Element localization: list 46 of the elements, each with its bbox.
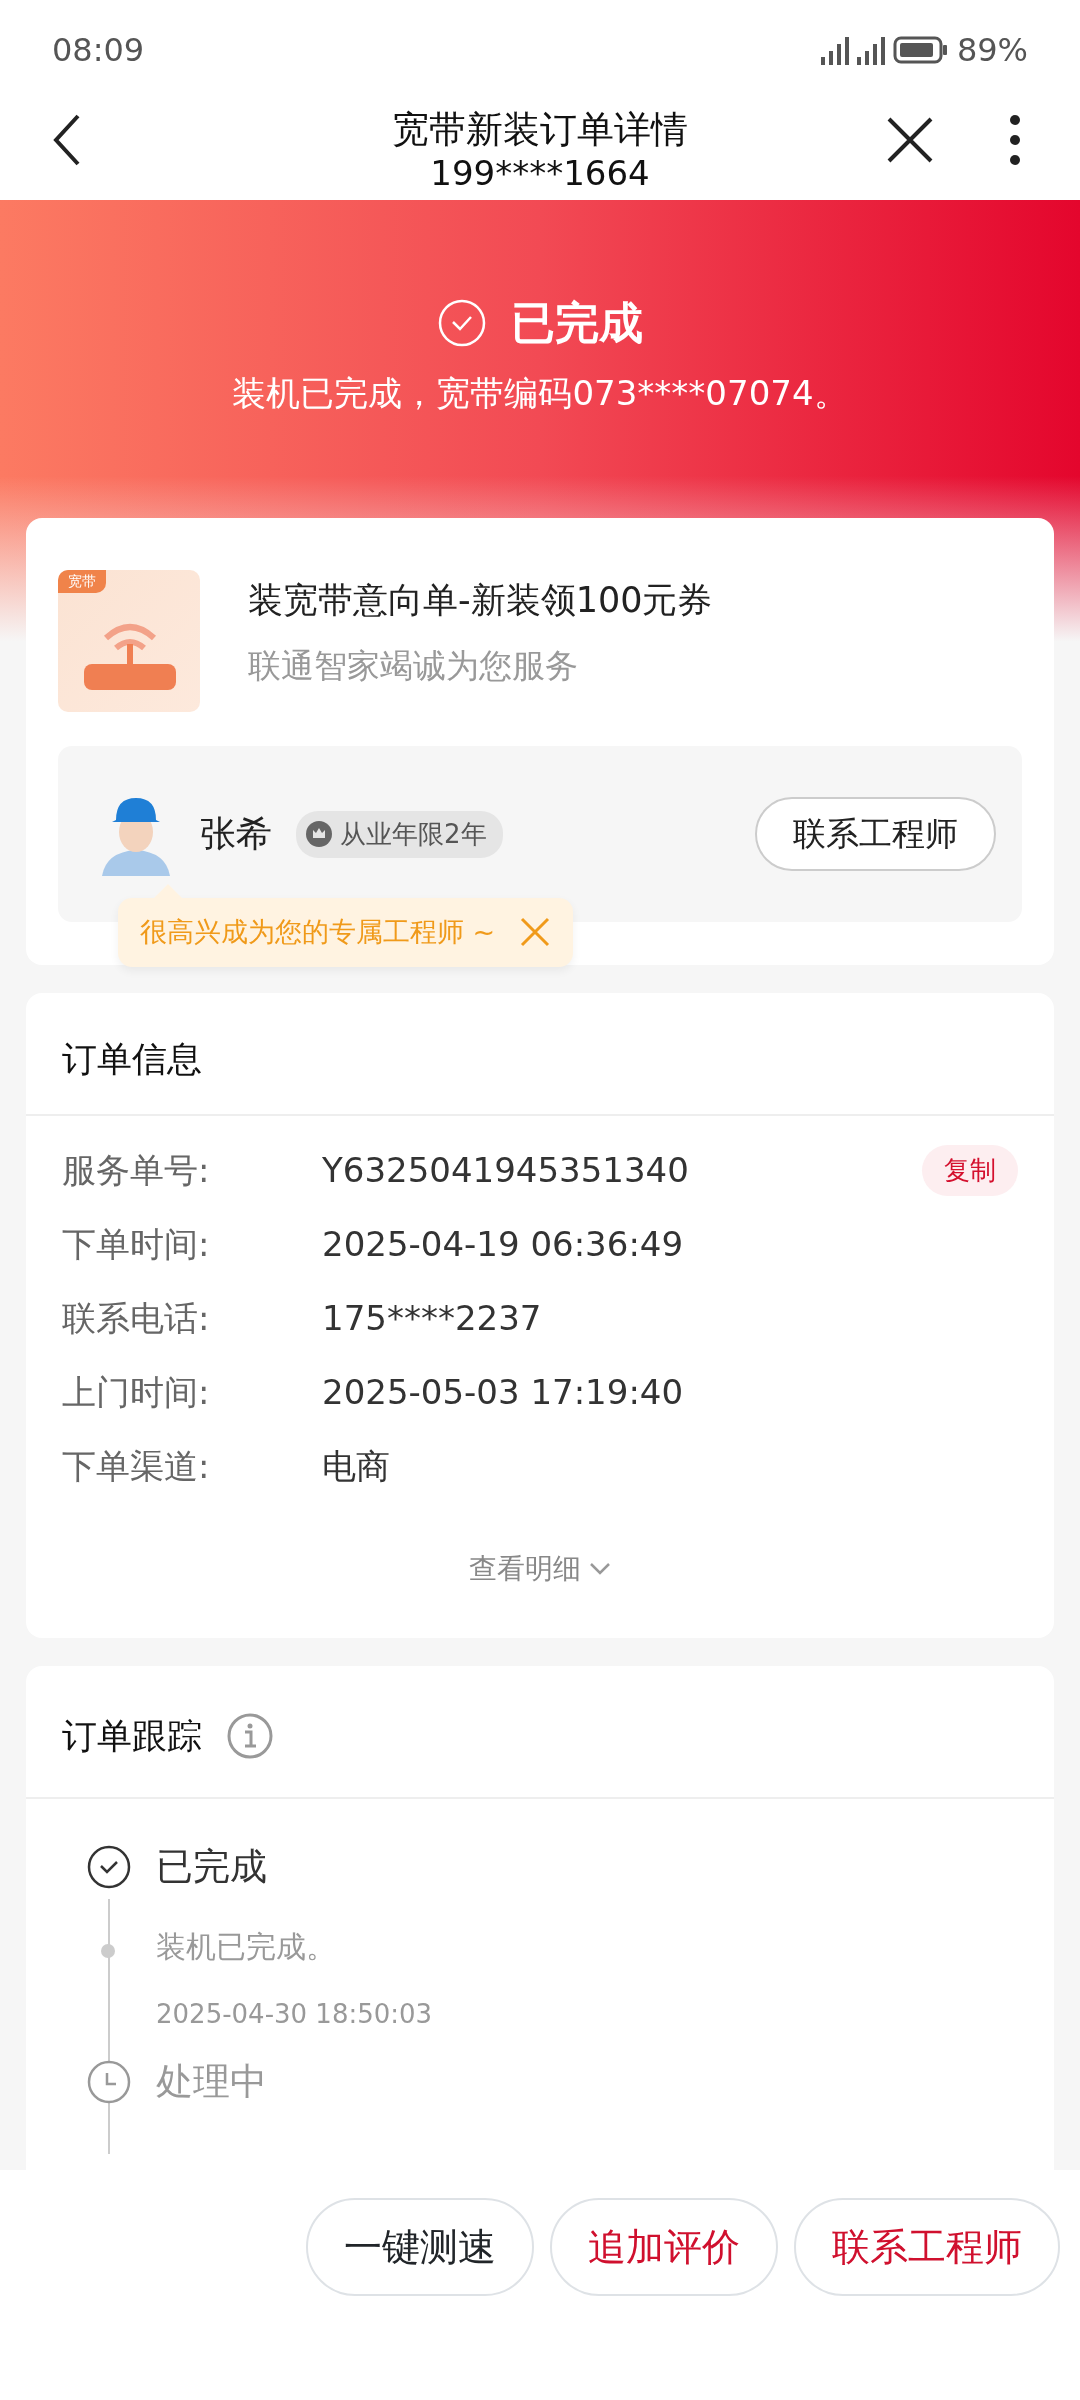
action-button[interactable]: 联系工程师 (794, 2198, 1060, 2296)
experience-tag: 从业年限2年 (296, 810, 503, 858)
view-details-link[interactable]: 查看明细 (469, 1547, 611, 1590)
signal-icon (856, 35, 885, 65)
field-label: 下单时间: (62, 1223, 211, 1266)
phone-number: 199****1664 (429, 153, 651, 193)
copy-button[interactable]: 复制 (922, 1145, 1018, 1196)
field-label: 服务单号: (62, 1149, 211, 1192)
event-time: 2025-04-30 18:50:03 (156, 1998, 434, 2031)
field-label: 上门时间: (62, 1371, 211, 1414)
clock-time: 08:09 (52, 30, 145, 71)
step-title: 处理中 (156, 2059, 268, 2105)
field-label: 下单渠道: (62, 1445, 211, 1488)
action-button[interactable]: 追加评价 (550, 2198, 778, 2296)
order-status: 已完成 (511, 296, 643, 350)
signal-icon (820, 35, 849, 65)
status-message: 装机已完成，宽带编码073****07074。 (231, 372, 849, 415)
page-title: 宽带新装订单详情 (392, 107, 688, 153)
back-icon[interactable] (52, 112, 82, 168)
engineer-name: 张希 (200, 812, 272, 856)
info-icon[interactable] (226, 1712, 274, 1761)
section-title: 订单跟踪 (62, 1715, 202, 1758)
tooltip-text: 很高兴成为您的专属工程师 ~ (140, 915, 496, 949)
product-title: 装宽带意向单-新装领100元券 (248, 579, 713, 622)
section-title: 订单信息 (26, 993, 1054, 1116)
field-value: 电商 (322, 1445, 390, 1488)
crown-icon (306, 821, 332, 847)
battery-level: 89% (956, 30, 1028, 71)
close-icon[interactable] (886, 116, 934, 164)
field-value: 175****2237 (322, 1297, 542, 1340)
more-icon[interactable] (1008, 114, 1022, 166)
check-circle-icon (437, 298, 487, 348)
event-text: 装机已完成。 (156, 1928, 337, 1966)
clock-icon (87, 2060, 131, 2104)
chevron-down-icon (589, 1561, 611, 1576)
field-value: Y6325041945351340 (322, 1149, 689, 1192)
field-label: 联系电话: (62, 1297, 211, 1340)
action-button[interactable]: 一键测速 (306, 2198, 534, 2296)
product-subtitle: 联通智家竭诚为您服务 (248, 644, 579, 687)
product-tag: 宽带 (58, 570, 106, 593)
field-value: 2025-05-03 17:19:40 (322, 1371, 684, 1414)
step-title: 已完成 (156, 1843, 268, 1890)
check-circle-icon (87, 1844, 131, 1889)
field-value: 2025-04-19 06:36:49 (322, 1223, 684, 1266)
battery-icon (892, 35, 949, 65)
contact-engineer-button[interactable]: 联系工程师 (755, 797, 996, 871)
